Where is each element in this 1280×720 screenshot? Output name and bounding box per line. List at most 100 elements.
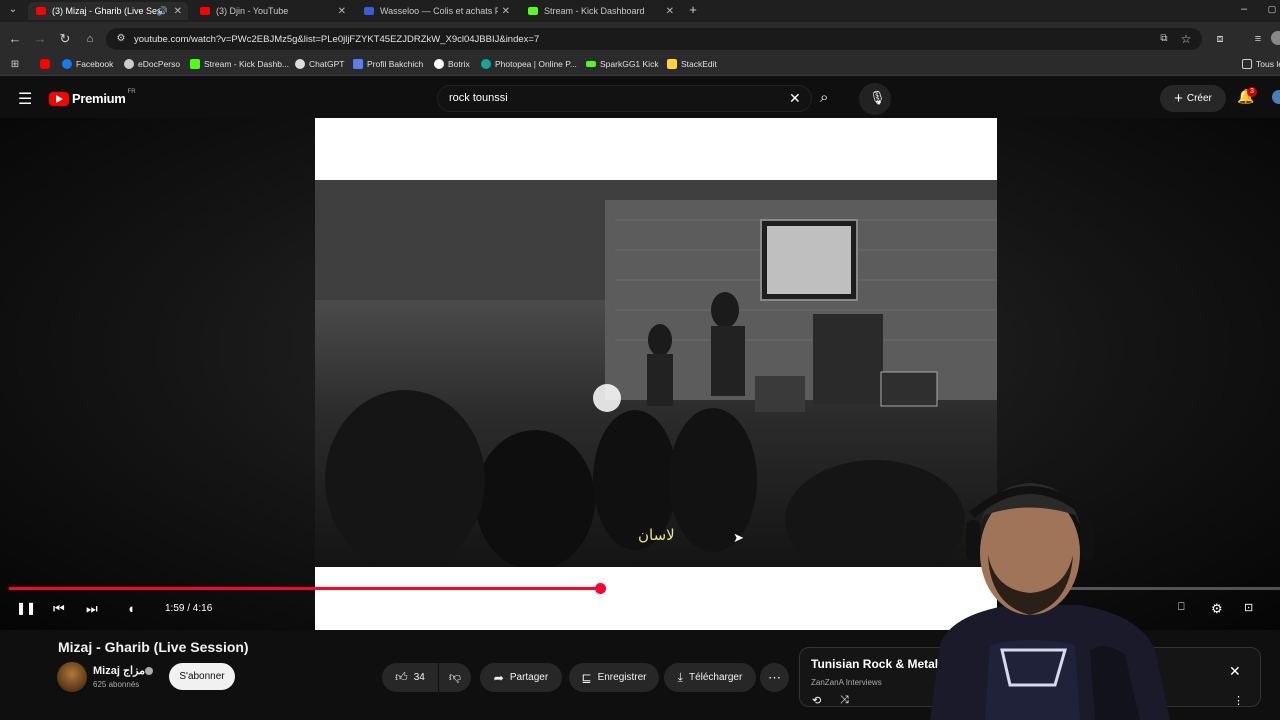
progress-played [9, 587, 600, 590]
back-arrow-icon[interactable]: ← [7, 31, 23, 47]
bookmark-label: Facebook [76, 59, 114, 69]
bookmark-profil-bakchich[interactable]: Profil Bakchich [353, 59, 423, 69]
tab-kick-dashboard[interactable]: Stream - Kick Dashboard ✕ [520, 2, 680, 20]
tab-title: (3) Mizaj - Gharib (Live Session) [52, 6, 162, 16]
microphone-icon: 🎙 [869, 90, 886, 105]
save-button[interactable]: ⊑ Enregistrer [569, 663, 659, 692]
close-playlist-icon[interactable]: ✕ [1229, 663, 1241, 680]
bookmark-edocperso[interactable]: eDocPerso [124, 59, 180, 69]
subscribe-button[interactable]: S'abonner [169, 663, 235, 690]
youtube-play-icon [49, 91, 69, 106]
bookmark-icon: ⊑ [581, 670, 592, 685]
share-arrow-icon: ➦ [493, 670, 504, 685]
youtube-premium-logo[interactable]: Premium FR [49, 89, 136, 106]
settings-gear-icon[interactable]: ⚙ [1211, 601, 1223, 617]
home-icon[interactable]: ⌂ [82, 31, 98, 47]
scrubber-handle[interactable] [595, 583, 606, 594]
shuffle-icon[interactable]: ⤨ [840, 694, 849, 707]
tab-search-chevron-icon[interactable]: ⌄ [5, 2, 21, 18]
search-icon[interactable]: ⌕ [820, 89, 828, 106]
bookmark-kick-dashboard[interactable]: Stream - Kick Dashb... [190, 59, 289, 69]
browser-tab-strip: ⌄ (3) Mizaj - Gharib (Live Session) 🔊 ✕ … [0, 0, 1280, 22]
apps-grid-icon[interactable]: ⊞ [7, 57, 23, 73]
bookmark-star-icon[interactable]: ☆ [1178, 31, 1194, 47]
forward-arrow-icon[interactable]: → [32, 31, 48, 47]
volume-icon[interactable]: ◖ [127, 601, 135, 616]
bookmark-youtube[interactable] [40, 59, 54, 69]
facebook-icon [62, 59, 72, 69]
address-url[interactable]: youtube.com/watch?v=PWc2EBJMz5g&list=PLe… [134, 34, 539, 45]
video-title: Mizaj - Gharib (Live Session) [58, 639, 249, 655]
more-vertical-icon[interactable]: ⋮ [1233, 694, 1244, 707]
more-actions-button[interactable]: ⋯ [760, 663, 789, 692]
loop-icon[interactable]: ⟲ [812, 694, 821, 707]
streamer-webcam-overlay [890, 455, 1190, 720]
tab-close-icon[interactable]: ✕ [338, 6, 346, 17]
streamer-figure [930, 483, 1170, 720]
bakchich-icon [353, 59, 363, 69]
bookmark-label: ChatGPT [309, 59, 345, 69]
bookmark-chatgpt[interactable]: ChatGPT [295, 59, 344, 69]
new-tab-plus-icon[interactable]: + [685, 2, 701, 18]
install-app-icon[interactable]: ⧉ [1156, 31, 1172, 47]
account-avatar[interactable] [1272, 90, 1280, 104]
bookmark-label: Photopea | Online P... [495, 59, 577, 69]
previous-icon[interactable]: ⏮ [53, 601, 65, 617]
bookmark-facebook[interactable]: Facebook [62, 59, 113, 69]
search-input[interactable]: rock tounssi [449, 92, 508, 104]
tab-wasseloo[interactable]: Wasseloo — Colis et achats Fr... ✕ [356, 2, 516, 20]
next-icon[interactable]: ⏭ [86, 601, 98, 617]
extensions-icon[interactable]: ⧈ [1212, 31, 1228, 47]
tab-close-icon[interactable]: ✕ [174, 6, 182, 17]
share-button[interactable]: ➦ Partager [480, 663, 562, 692]
download-icon: ⤓ [677, 670, 683, 684]
bookmark-sparkgg1-kick[interactable]: SparkGG1 Kick [586, 59, 659, 69]
thumbs-down-icon: 👎︎ [448, 670, 462, 684]
speaker-icon[interactable]: 🔊 [157, 6, 168, 17]
reload-icon[interactable]: ↻ [57, 31, 73, 47]
download-label: Télécharger [688, 672, 743, 683]
tab-close-icon[interactable]: ✕ [666, 6, 674, 17]
tab-close-icon[interactable]: ✕ [502, 6, 510, 17]
dislike-button[interactable]: 👎︎ [439, 663, 471, 692]
download-button[interactable]: ⤓ Télécharger [664, 663, 756, 692]
kick-icon [586, 61, 596, 67]
notifications-badge: 3 [1247, 87, 1257, 97]
bookmark-label: Botrix [448, 59, 470, 69]
logo-text: Premium [72, 91, 126, 106]
bookmark-photopea[interactable]: Photopea | Online P... [481, 59, 577, 69]
pause-icon[interactable]: ❚❚ [16, 601, 36, 615]
channel-name[interactable]: Mizaj مزاج [93, 664, 145, 677]
bookmark-label: SparkGG1 Kick [600, 59, 659, 69]
more-horizontal-icon: ⋯ [768, 669, 781, 685]
youtube-icon [40, 59, 50, 69]
site-info-icon[interactable]: ⚙ [113, 31, 129, 47]
video-subtitle: لاسان [638, 526, 675, 544]
subscriber-count: 625 abonnés [93, 680, 140, 689]
bookmark-label: Stream - Kick Dashb... [204, 59, 290, 69]
hamburger-menu-icon[interactable]: ☰ [18, 89, 32, 109]
thumbs-up-icon: 👍︎ [395, 670, 408, 684]
mouse-cursor-icon: ➤ [733, 530, 744, 545]
minimize-icon[interactable]: – [1236, 1, 1252, 17]
wasseloo-favicon-icon [364, 7, 374, 15]
like-count: 34 [413, 672, 425, 683]
tab-djin[interactable]: (3) Djin - YouTube ✕ [192, 2, 352, 20]
botrix-icon [434, 59, 444, 69]
clear-search-icon[interactable]: ✕ [789, 90, 801, 107]
all-bookmarks-folder[interactable]: Tous le [1242, 59, 1280, 69]
tab-mizaj[interactable]: (3) Mizaj - Gharib (Live Session) 🔊 ✕ [28, 2, 188, 20]
reading-list-icon[interactable]: ≡ [1250, 31, 1266, 47]
miniplayer-icon[interactable]: ⊡ [1244, 601, 1253, 614]
bookmark-stackedit[interactable]: StackEdit [667, 59, 717, 69]
save-label: Enregistrer [597, 672, 647, 683]
profile-avatar[interactable] [1271, 31, 1280, 45]
chatgpt-icon [295, 59, 305, 69]
create-label: Créer [1186, 93, 1212, 104]
stackedit-icon [667, 59, 677, 69]
channel-avatar[interactable] [57, 662, 87, 692]
like-button[interactable]: 👍︎ 34 [382, 663, 438, 692]
bookmark-botrix[interactable]: Botrix [434, 59, 470, 69]
maximize-icon[interactable]: ▢ [1264, 1, 1280, 17]
create-button[interactable]: + Créer [1160, 85, 1226, 112]
